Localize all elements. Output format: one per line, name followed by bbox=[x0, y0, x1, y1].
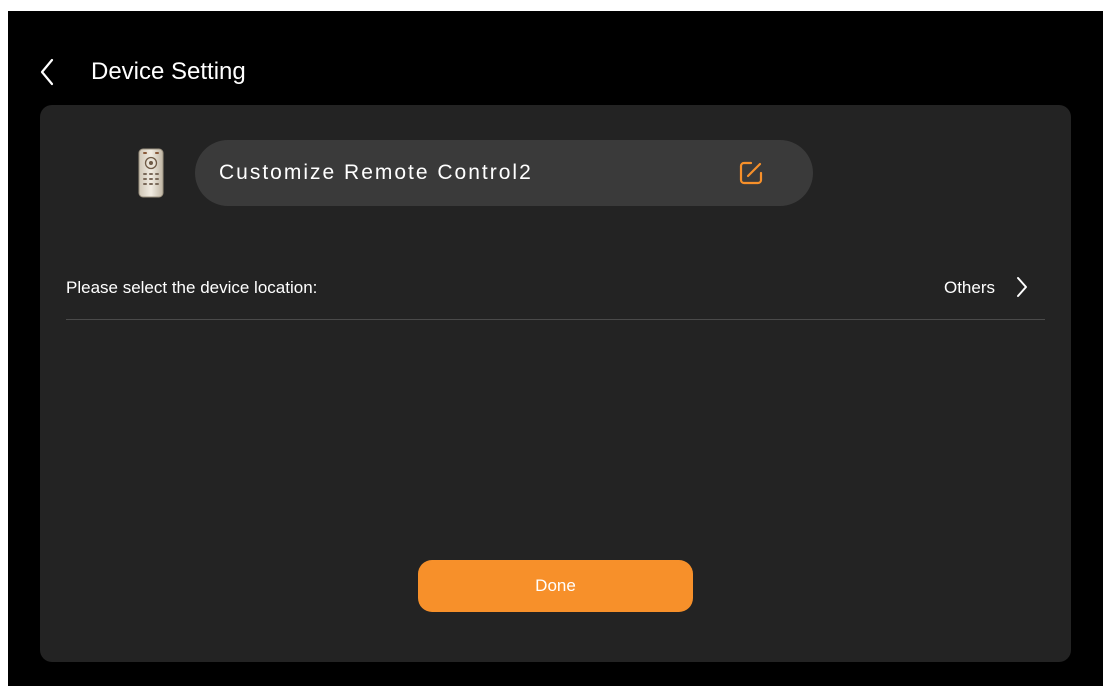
chevron-right-icon bbox=[1015, 275, 1029, 299]
location-label: Please select the device location: bbox=[66, 278, 318, 297]
back-button[interactable] bbox=[34, 55, 64, 89]
page-title: Device Setting bbox=[91, 58, 246, 85]
top-bar: Device Setting bbox=[8, 11, 1103, 101]
settings-card: Customize Remote Control2 Please select … bbox=[40, 105, 1071, 662]
remote-control-icon bbox=[137, 148, 165, 198]
edit-name-button[interactable] bbox=[736, 158, 766, 188]
device-setting-screen: Device Setting Customize Remote Control2… bbox=[8, 11, 1103, 686]
edit-icon bbox=[736, 158, 766, 188]
chevron-left-icon bbox=[34, 55, 64, 89]
location-value: Others bbox=[943, 278, 995, 297]
done-button[interactable]: Done bbox=[418, 560, 693, 612]
device-name: Customize Remote Control2 bbox=[219, 161, 533, 184]
device-location-row[interactable]: Please select the device location: Other… bbox=[66, 255, 1045, 320]
device-name-field: Customize Remote Control2 bbox=[195, 140, 813, 206]
